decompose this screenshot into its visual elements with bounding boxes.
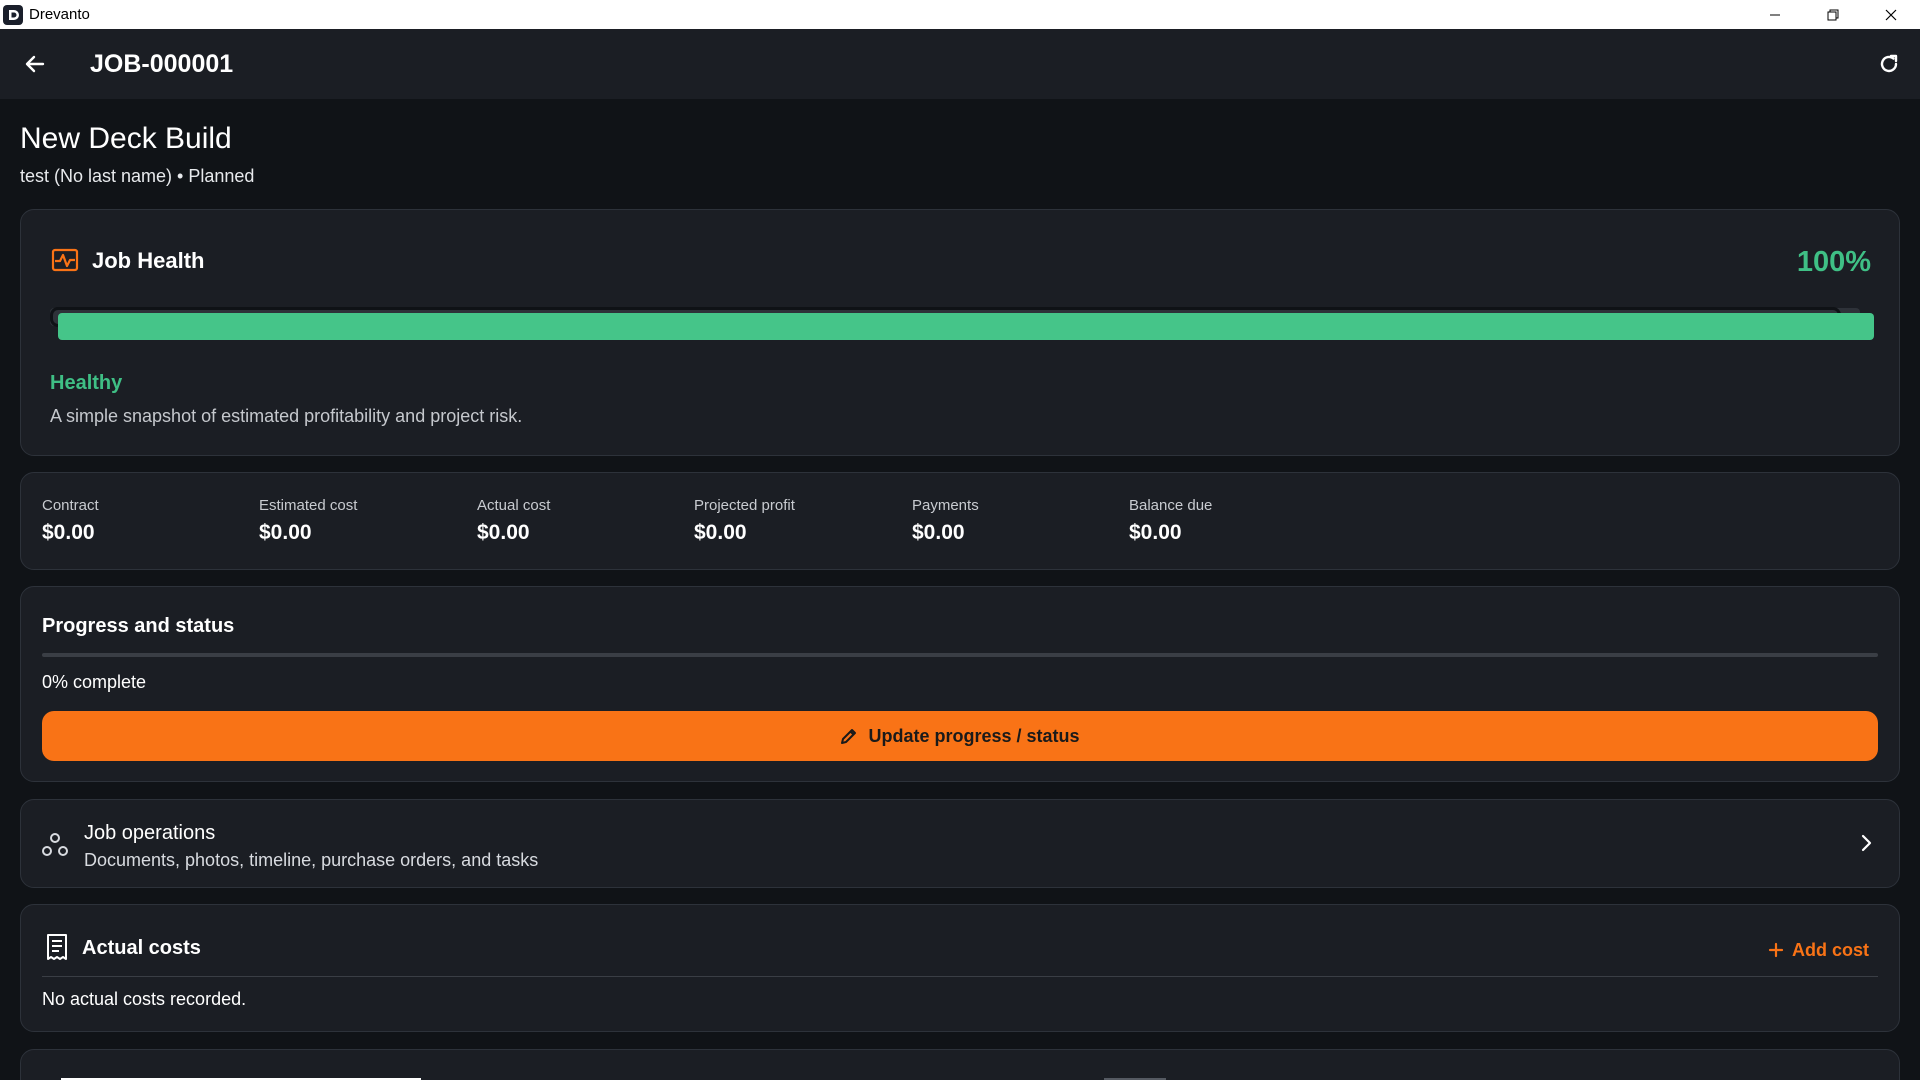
job-operations-card[interactable]: Job operations Documents, photos, timeli… bbox=[20, 799, 1900, 888]
app-logo-icon bbox=[3, 4, 23, 25]
stat-payments: Payments $0.00 bbox=[912, 497, 979, 545]
pencil-icon bbox=[841, 729, 857, 744]
progress-bar-track bbox=[42, 653, 1878, 657]
financial-summary-card: Contract $0.00 Estimated cost $0.00 Actu… bbox=[20, 472, 1900, 570]
stat-estimated-cost: Estimated cost $0.00 bbox=[259, 497, 357, 545]
page-header: New Deck Build test (No last name) • Pla… bbox=[20, 122, 254, 187]
arrow-left-icon bbox=[25, 55, 45, 73]
stat-value: $0.00 bbox=[912, 521, 965, 544]
job-health-title: Job Health bbox=[92, 248, 205, 273]
back-button[interactable] bbox=[0, 29, 70, 99]
nodes-icon bbox=[41, 832, 69, 863]
page-title: New Deck Build bbox=[20, 122, 232, 155]
update-progress-label: Update progress / status bbox=[868, 725, 1080, 746]
next-section-card bbox=[20, 1049, 1900, 1080]
stat-value: $0.00 bbox=[477, 521, 530, 544]
stat-value: $0.00 bbox=[694, 521, 747, 544]
health-bar-fill bbox=[58, 313, 1874, 340]
stat-value: $0.00 bbox=[42, 521, 95, 544]
minimize-icon bbox=[1770, 14, 1780, 15]
divider bbox=[42, 976, 1878, 977]
actual-costs-card: Actual costs Add cost No actual costs re… bbox=[20, 904, 1900, 1032]
job-health-card: Job Health 100% Healthy A simple snapsho… bbox=[20, 209, 1900, 456]
refresh-button[interactable] bbox=[1866, 41, 1912, 87]
restore-icon bbox=[1827, 9, 1839, 20]
stat-label: Actual cost bbox=[477, 497, 551, 514]
progress-percent-label: 0% complete bbox=[42, 672, 147, 692]
add-cost-button[interactable]: Add cost bbox=[1768, 933, 1869, 967]
health-pulse-icon bbox=[51, 248, 79, 279]
update-progress-button[interactable]: Update progress / status bbox=[42, 711, 1878, 761]
job-subtitle: test (No last name) • Planned bbox=[20, 166, 255, 186]
close-button[interactable] bbox=[1862, 0, 1920, 29]
app-name: Drevanto bbox=[29, 6, 90, 23]
stat-value: $0.00 bbox=[259, 521, 312, 544]
actual-costs-title: Actual costs bbox=[82, 937, 201, 959]
stat-label: Estimated cost bbox=[259, 497, 358, 514]
window-controls bbox=[1746, 0, 1920, 29]
empty-costs-message: No actual costs recorded. bbox=[42, 989, 247, 1009]
stat-projected-profit: Projected profit $0.00 bbox=[694, 497, 795, 545]
window-titlebar: Drevanto bbox=[0, 0, 1920, 29]
stat-label: Contract bbox=[42, 497, 99, 514]
stat-contract: Contract $0.00 bbox=[42, 497, 99, 545]
stat-value: $0.00 bbox=[1129, 521, 1182, 544]
add-cost-label: Add cost bbox=[1791, 939, 1869, 960]
stat-label: Projected profit bbox=[694, 497, 795, 514]
progress-status-card: Progress and status 0% complete Update p… bbox=[20, 586, 1900, 782]
minimize-button[interactable] bbox=[1746, 0, 1804, 29]
health-description: A simple snapshot of estimated profitabi… bbox=[50, 406, 523, 426]
restore-button[interactable] bbox=[1804, 0, 1862, 29]
job-number-title: JOB-000001 bbox=[90, 49, 234, 78]
chevron-right-icon bbox=[1855, 832, 1877, 859]
job-operations-subtitle: Documents, photos, timeline, purchase or… bbox=[84, 850, 539, 870]
stat-label: Balance due bbox=[1129, 497, 1213, 514]
app-bar: JOB-000001 bbox=[0, 29, 1920, 99]
health-percent: 100% bbox=[1796, 246, 1871, 278]
stat-label: Payments bbox=[912, 497, 979, 514]
close-icon bbox=[1885, 9, 1897, 20]
stat-balance-due: Balance due $0.00 bbox=[1129, 497, 1212, 545]
progress-title: Progress and status bbox=[42, 615, 235, 637]
stat-actual-cost: Actual cost $0.00 bbox=[477, 497, 550, 545]
job-operations-title: Job operations bbox=[84, 822, 216, 844]
health-state: Healthy bbox=[50, 372, 123, 394]
plus-icon bbox=[1768, 942, 1784, 958]
receipt-icon bbox=[44, 933, 70, 966]
refresh-icon bbox=[1880, 54, 1898, 73]
